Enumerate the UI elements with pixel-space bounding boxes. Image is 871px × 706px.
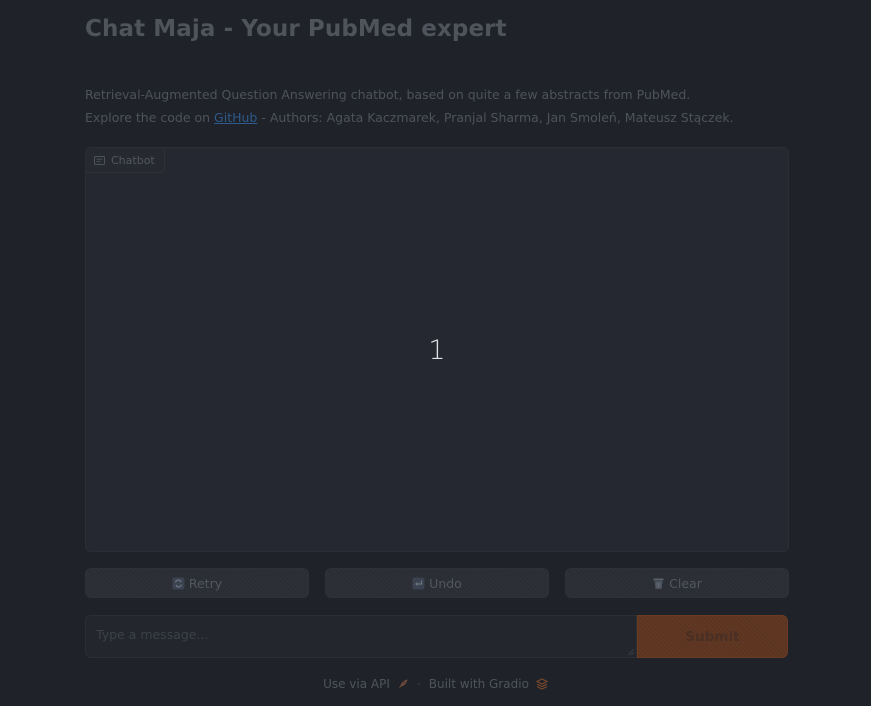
queue-position: 1	[428, 335, 446, 366]
app-page: Chat Maja - Your PubMed expert Retrieval…	[0, 0, 871, 706]
description-line-2: Explore the code on GitHub - Authors: Ag…	[85, 106, 734, 129]
retry-button[interactable]: Retry	[85, 568, 309, 598]
message-input[interactable]: Type a message...	[85, 615, 637, 658]
undo-label: Undo	[429, 575, 462, 591]
undo-icon	[412, 577, 425, 589]
chatbot-panel: Chatbot 1	[85, 147, 789, 552]
clear-button[interactable]: Clear	[565, 568, 789, 598]
trash-icon	[653, 578, 664, 589]
clear-label: Clear	[669, 575, 702, 591]
chatbot-label: Chatbot	[86, 148, 165, 173]
retry-icon	[172, 577, 185, 589]
description-authors: - Authors: Agata Kaczmarek, Pranjal Shar…	[257, 110, 734, 125]
message-input-row: Type a message... Submit	[85, 615, 788, 658]
rocket-icon	[398, 679, 408, 689]
retry-label: Retry	[188, 575, 223, 591]
gradio-logo-icon	[535, 678, 548, 690]
gradio-link[interactable]: Built with Gradio	[429, 677, 548, 691]
chat-bubble-icon	[94, 155, 105, 165]
description-line-1: Retrieval-Augmented Question Answering c…	[85, 87, 691, 102]
resize-grip-icon[interactable]	[628, 649, 634, 655]
github-link[interactable]: GitHub	[214, 110, 257, 125]
page-title: Chat Maja - Your PubMed expert	[85, 16, 507, 42]
undo-button[interactable]: Undo	[325, 568, 549, 598]
gradio-link-label: Built with Gradio	[428, 677, 529, 691]
footer-separator: ·	[416, 677, 421, 691]
chatbot-label-text: Chatbot	[111, 153, 155, 167]
description-prefix: Explore the code on	[85, 110, 215, 125]
api-link-label: Use via API	[323, 677, 390, 691]
submit-button[interactable]: Submit	[637, 615, 788, 658]
api-link[interactable]: Use via API	[323, 677, 409, 691]
message-placeholder: Type a message...	[96, 627, 209, 642]
description: Retrieval-Augmented Question Answering c…	[85, 83, 734, 129]
footer: Use via API · Built with Gradio	[0, 677, 871, 691]
